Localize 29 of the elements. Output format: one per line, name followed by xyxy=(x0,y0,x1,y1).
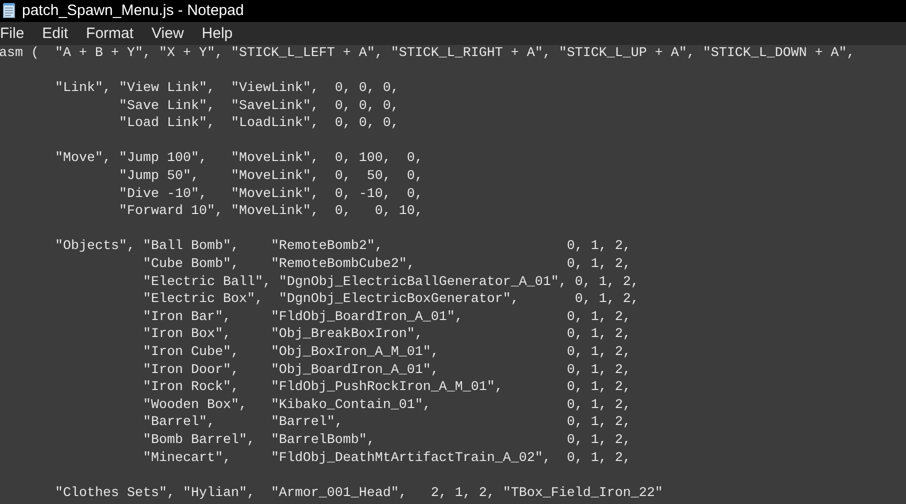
code-line: "Save Link", "SaveLink", 0, 0, 0, xyxy=(118,98,399,114)
code-line: "Iron Cube", "Obj_BoxIron_A_M_01", 0, 1, 2, xyxy=(142,345,631,360)
menu-item[interactable]: Help xyxy=(200,24,241,42)
code-line: "Forward 10", "MoveLink", 0, 0, 10, xyxy=(118,204,423,220)
code-line: "Barrel", "Barrel", 0, 1, 2, xyxy=(142,415,631,430)
code-line: "Bomb Barrel", "BarrelBomb", 0, 1, 2, xyxy=(142,432,631,448)
code-line: "Electric Box", "DgnObj_ElectricBoxGenerator", 0, 1, 2, xyxy=(142,292,639,308)
code-line: "Move", "Jump 100", "MoveLink", 0, 100, 0, xyxy=(54,151,423,166)
code-line: "Wooden Box", "Kibako_Contain_01", 0, 1, 2, xyxy=(142,398,631,413)
code-line: "Objects", "Ball Bomb", "RemoteBomb2", 0, 1, 2, xyxy=(54,239,631,254)
code-line: "Iron Rock", "FldObj_PushRockIron_A_M_01", 0, 1, 2, xyxy=(142,380,631,396)
code-line: "Iron Bar", "FldObj_BoardIron_A_01", 0, 1, 2, xyxy=(142,310,631,325)
code-line: "Cube Bomb", "RemoteBombCube2", 0, 1, 2, xyxy=(142,257,631,272)
code-line: "Iron Door", "Obj_BoardIron_A_01", 0, 1, 2, xyxy=(142,362,631,378)
code-line: "Clothes Sets", "Hylian", "Armor_001_Head", 2, 1, 2, "TBox_Field_Iron_22" xyxy=(54,486,663,501)
menu-item[interactable]: View xyxy=(150,24,192,42)
code-line: "Link", "View Link", "ViewLink", 0, 0, 0, xyxy=(54,81,399,96)
code-line: "Minecart", "FldObj_DeathMtArtifactTrain_A_02", 0, 1, 2, xyxy=(142,450,631,466)
code-line: "Dive -10", "MoveLink", 0, -10, 0, xyxy=(118,186,423,202)
window-title: patch_Spawn_Menu.js - Notepad xyxy=(22,2,244,20)
notepad-icon xyxy=(3,3,15,18)
code-line: "Electric Ball", "DgnObj_ElectricBallGenerator_A_01", 0, 1, 2, xyxy=(142,274,639,290)
menu-item[interactable]: Format xyxy=(85,24,142,42)
code-line: asm ( "A + B + Y", "X + Y", "STICK_L_LEFT + A", "STICK_L_RIGHT + A", "STICK_L_UP + A", "STICK_L_DOWN + A", xyxy=(0,46,855,61)
menu-item[interactable]: File xyxy=(0,24,32,42)
menu-item[interactable]: Edit xyxy=(41,24,76,42)
code-line: "Load Link", "LoadLink", 0, 0, 0, xyxy=(118,116,399,132)
code-line: "Iron Box", "Obj_BreakBoxIron", 0, 1, 2, xyxy=(142,327,631,342)
code-line: "Jump 50", "MoveLink", 0, 50, 0, xyxy=(118,169,423,184)
